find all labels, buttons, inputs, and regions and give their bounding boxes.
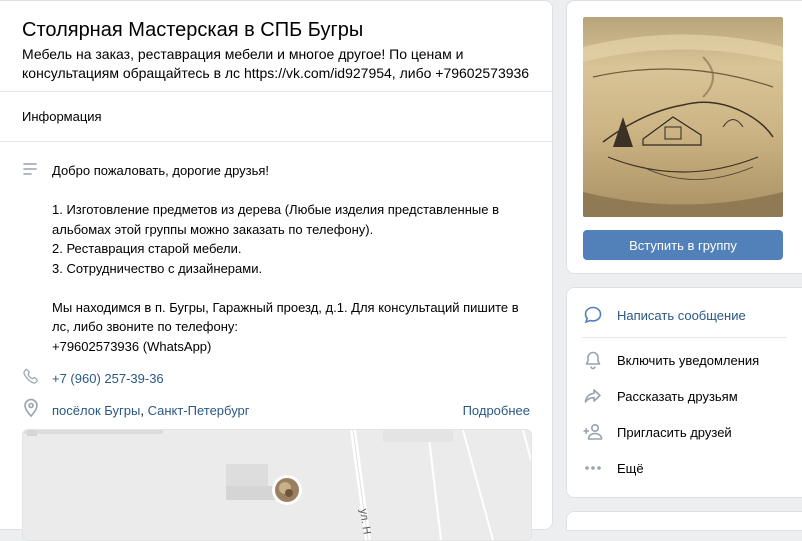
add-user-icon bbox=[582, 421, 604, 443]
group-actions-card: Написать сообщение Включить уведомления … bbox=[566, 287, 802, 498]
location-pin-icon bbox=[22, 398, 42, 423]
address-city-link[interactable]: Санкт-Петербург bbox=[148, 403, 250, 418]
page-title: Столярная Мастерская в СПБ Бугры bbox=[22, 19, 364, 41]
info-section-header: Информация bbox=[0, 92, 552, 142]
description-lines-icon bbox=[22, 162, 42, 356]
location-map[interactable]: ул. Н bbox=[22, 429, 532, 541]
action-invite-friends[interactable]: Пригласить друзей bbox=[567, 414, 802, 450]
action-label: Включить уведомления bbox=[617, 352, 760, 368]
info-header-label: Информация bbox=[22, 109, 102, 124]
group-info-card: Столярная Мастерская в СПБ Бугры Мебель … bbox=[0, 0, 553, 541]
group-status: Мебель на заказ, реставрация мебели и мн… bbox=[22, 46, 530, 81]
action-label: Пригласить друзей bbox=[617, 424, 732, 440]
action-label: Рассказать друзьям bbox=[617, 388, 738, 404]
phone-link[interactable]: +7 (960) 257-39-36 bbox=[52, 371, 164, 386]
action-label: Написать сообщение bbox=[617, 307, 746, 323]
divider bbox=[582, 337, 787, 338]
bell-icon bbox=[582, 349, 604, 371]
message-icon bbox=[582, 304, 604, 326]
join-group-button[interactable]: Вступить в группу bbox=[583, 230, 783, 260]
action-more[interactable]: Ещё bbox=[567, 450, 802, 486]
group-avatar-card: Вступить в группу bbox=[566, 0, 802, 274]
more-icon bbox=[582, 457, 604, 479]
next-sidebar-card bbox=[566, 511, 802, 531]
action-send-message[interactable]: Написать сообщение bbox=[567, 297, 802, 333]
group-cover-photo[interactable] bbox=[583, 17, 783, 217]
action-enable-notifications[interactable]: Включить уведомления bbox=[567, 342, 802, 378]
group-description: Добро пожаловать, дорогие друзья! 1. Изг… bbox=[52, 163, 519, 354]
action-label: Ещё bbox=[617, 460, 644, 476]
description-row: Добро пожаловать, дорогие друзья! 1. Изг… bbox=[0, 142, 552, 356]
phone-icon bbox=[22, 367, 42, 390]
more-info-link[interactable]: Подробнее bbox=[463, 403, 530, 418]
group-header: Столярная Мастерская в СПБ Бугры Мебель … bbox=[0, 1, 552, 92]
action-share[interactable]: Рассказать друзьям bbox=[567, 378, 802, 414]
phone-row: +7 (960) 257-39-36 bbox=[0, 364, 552, 392]
address-separator: , bbox=[140, 402, 148, 418]
address-row: посёлок Бугры, Санкт-Петербург Подробнее bbox=[0, 396, 552, 424]
share-icon bbox=[582, 385, 604, 407]
address-place-link[interactable]: посёлок Бугры bbox=[52, 403, 140, 418]
